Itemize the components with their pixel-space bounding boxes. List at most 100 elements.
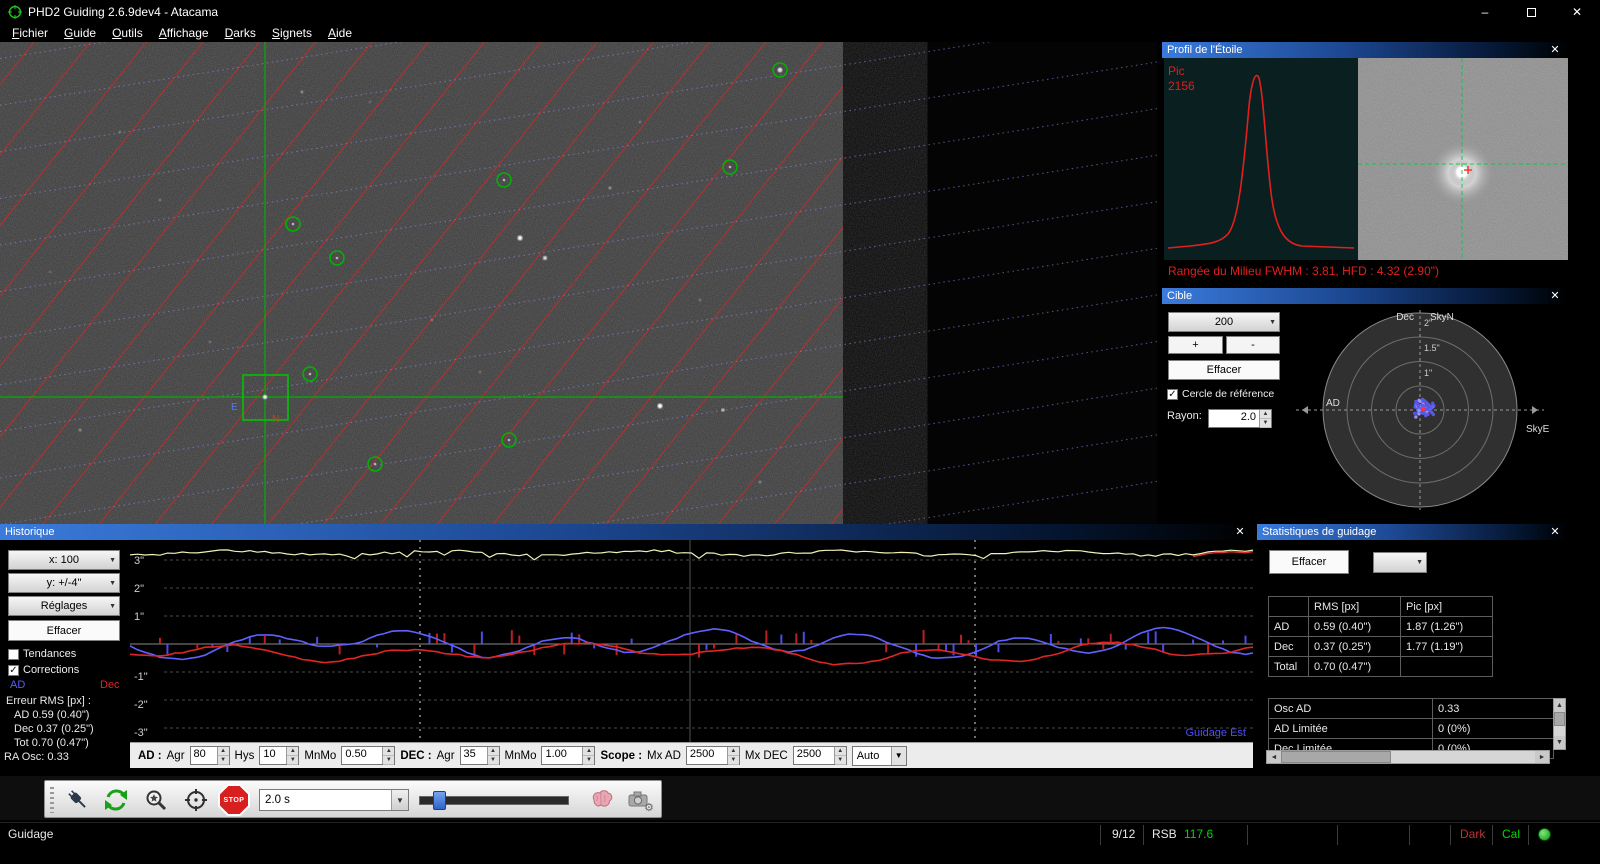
- ra-osc-value: RA Osc: 0.33: [4, 751, 69, 763]
- settings-label-mnmo: MnMo: [304, 749, 337, 762]
- exposure-select[interactable]: 2.0 s ▼: [259, 789, 409, 811]
- target-axis-label-dec: Dec: [1396, 312, 1414, 323]
- dec-minmove-spinner[interactable]: 1.00 ▲ ▼: [541, 746, 596, 765]
- menu-item-fichier[interactable]: Fichier: [4, 24, 56, 42]
- dec-aggression-spinner[interactable]: 35 ▲ ▼: [459, 746, 500, 765]
- target-zoom-in-button[interactable]: +: [1168, 336, 1223, 354]
- slider-thumb[interactable]: [433, 791, 446, 810]
- camera-gear-icon: ⚙: [628, 791, 653, 813]
- rms-error-title: Erreur RMS [px] :: [6, 695, 91, 707]
- loop-icon: [105, 789, 127, 811]
- menu-item-aide[interactable]: Aide: [320, 24, 360, 42]
- guide-direction-label: Guidage Est: [1185, 727, 1246, 739]
- fwhm-readout: Rangée du Milieu FWHM : 3.81, HFD : 4.32…: [1168, 264, 1440, 278]
- star-profile-close-icon[interactable]: ✕: [1548, 42, 1562, 58]
- stats-title-text: Statistiques de guidage: [1262, 526, 1377, 538]
- stats-panel: Statistiques de guidage ✕ Effacer ▼ RMS …: [1257, 524, 1568, 768]
- target-clear-button[interactable]: Effacer: [1168, 360, 1280, 380]
- guiding-settings-bar: AD : Agr 80 ▲ ▼ Hys 10 ▲ ▼ MnMo 0.50 ▲ ▼ DEC : Agr 35 ▲ ▼…: [130, 742, 1253, 768]
- target-icon: [185, 789, 207, 811]
- stop-icon: STOP: [218, 784, 250, 816]
- target-axis-label-skye: SkyE: [1526, 424, 1550, 435]
- toolbar-grip[interactable]: [50, 787, 54, 813]
- reference-circle-checkbox[interactable]: Cercle de référence: [1167, 388, 1274, 400]
- max-ra-duration-spinner[interactable]: 2500 ▲ ▼: [685, 746, 740, 765]
- history-close-icon[interactable]: ✕: [1233, 524, 1247, 540]
- target-panel-title: Cible ✕: [1162, 288, 1568, 304]
- star-profile-title-text: Profil de l'Étoile: [1167, 44, 1243, 56]
- stretch-slider[interactable]: [419, 787, 569, 813]
- dec-guide-mode-select[interactable]: Auto ▼: [851, 745, 907, 766]
- ra-hysteresis-spinner[interactable]: 10 ▲ ▼: [259, 746, 300, 765]
- menu-item-darks[interactable]: Darks: [217, 24, 264, 42]
- radius-label: Rayon:: [1167, 410, 1202, 422]
- window-title: PHD2 Guiding 2.6.9dev4 - Atacama: [28, 5, 219, 19]
- menu-item-signets[interactable]: Signets: [264, 24, 320, 42]
- camera-settings-button[interactable]: ⚙: [623, 784, 657, 816]
- target-ring-label-1: 1": [1424, 368, 1432, 378]
- maximize-icon: [1526, 7, 1536, 17]
- settings-label-mnmo: MnMo: [504, 749, 537, 762]
- close-button[interactable]: ✕: [1554, 0, 1600, 24]
- history-panel-title: Historique ✕: [0, 524, 1253, 540]
- magnifier-star-icon: [146, 790, 167, 811]
- trendlines-checkbox[interactable]: Tendances: [8, 648, 76, 660]
- target-zoom-select[interactable]: 200 ▼: [1168, 312, 1280, 332]
- connect-equipment-button[interactable]: [61, 784, 95, 816]
- history-clear-button[interactable]: Effacer: [8, 620, 120, 641]
- menu-item-outils[interactable]: Outils: [104, 24, 151, 42]
- rms-dec-value: Dec 0.37 (0.25"): [14, 723, 94, 735]
- history-y-scale-value: y: +/-4": [46, 577, 82, 589]
- corrections-checkbox-box: [8, 664, 19, 676]
- y-tick-2: 2": [134, 583, 144, 595]
- history-x-scale-select[interactable]: x: 100 ▼: [8, 550, 120, 570]
- target-zoom-out-button[interactable]: -: [1226, 336, 1280, 354]
- camera-view[interactable]: EN: [0, 42, 1157, 524]
- menu-item-guide[interactable]: Guide: [56, 24, 104, 42]
- stats-scale-select[interactable]: ▼: [1373, 552, 1427, 573]
- stats-horizontal-scrollbar[interactable]: ◄ ►: [1266, 750, 1550, 764]
- trendlines-label: Tendances: [23, 648, 77, 660]
- star-image: [1358, 58, 1568, 260]
- exposure-value: 2.0 s: [265, 794, 290, 806]
- maximize-button[interactable]: [1508, 0, 1554, 24]
- history-settings-select[interactable]: Réglages ▼: [8, 596, 120, 616]
- y-tick-3: 3": [134, 555, 144, 567]
- status-state: Guidage: [8, 827, 54, 841]
- ra-minmove-spinner[interactable]: 0.50 ▲ ▼: [341, 746, 396, 765]
- target-ring-label-2: 2": [1424, 318, 1432, 328]
- ra-aggression-spinner[interactable]: 80 ▲ ▼: [189, 746, 230, 765]
- phd2-window: PHD2 Guiding 2.6.9dev4 - Atacama – ✕ Fic…: [0, 0, 1600, 864]
- target-close-icon[interactable]: ✕: [1548, 288, 1562, 304]
- loop-exposures-button[interactable]: [99, 784, 133, 816]
- radius-spinner[interactable]: 2.0 ▲ ▼: [1208, 407, 1272, 428]
- rms-ra-value: AD 0.59 (0.40"): [14, 709, 90, 721]
- plug-icon: [68, 790, 86, 808]
- settings-label-agr: Agr: [166, 749, 185, 762]
- status-frame-counter: 9/12: [1112, 827, 1136, 841]
- target-axis-label-ad: AD: [1326, 398, 1340, 409]
- auto-select-star-button[interactable]: [139, 784, 173, 816]
- menu-item-affichage[interactable]: Affichage: [151, 24, 217, 42]
- stats-panel-title: Statistiques de guidage ✕: [1257, 524, 1568, 540]
- target-plot: Dec SkyN AD SkyE 2" 1.5" 1": [1296, 310, 1550, 510]
- history-title-text: Historique: [5, 526, 55, 538]
- direction-label-east: E: [231, 402, 238, 413]
- stats-clear-button[interactable]: Effacer: [1269, 550, 1349, 574]
- max-dec-duration-spinner[interactable]: 2500 ▲ ▼: [792, 746, 847, 765]
- status-snr-value: 117.6: [1184, 827, 1214, 841]
- stop-button[interactable]: STOP: [217, 784, 251, 816]
- stats-close-icon[interactable]: ✕: [1548, 524, 1562, 540]
- target-zoom-value: 200: [1214, 316, 1234, 328]
- y-tick-m3: -3": [134, 727, 148, 739]
- stats-vertical-scrollbar[interactable]: ▲ ▼: [1553, 698, 1566, 750]
- brain-icon: [592, 790, 613, 807]
- minimize-button[interactable]: –: [1462, 0, 1508, 24]
- settings-label-agr: Agr: [436, 749, 455, 762]
- history-y-scale-select[interactable]: y: +/-4" ▼: [8, 573, 120, 593]
- settings-label-dec: DEC :: [400, 749, 432, 762]
- brain-button[interactable]: [585, 784, 619, 816]
- corrections-checkbox[interactable]: Corrections: [8, 664, 79, 676]
- guide-button[interactable]: [179, 784, 213, 816]
- history-panel: Historique ✕ x: 100 ▼ y: +/-4" ▼ Réglages ▼…: [0, 524, 1253, 768]
